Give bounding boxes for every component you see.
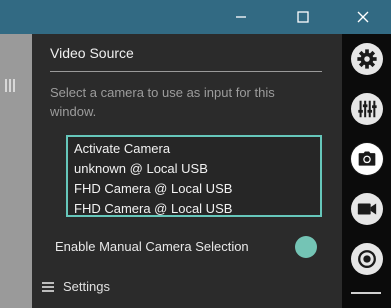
manual-selection-label: Enable Manual Camera Selection [55,239,249,254]
left-sidebar [0,34,32,308]
video-icon [357,203,377,215]
manual-selection-toggle[interactable] [295,236,317,258]
camera-button[interactable] [351,143,383,175]
close-icon [357,11,369,23]
list-item[interactable]: Activate Camera [74,139,320,159]
settings-button[interactable] [351,43,383,75]
sliders-icon [358,100,377,118]
video-source-panel: Video Source Select a camera to use as i… [32,34,342,308]
minimize-icon [236,16,246,18]
close-button[interactable] [340,0,386,34]
title-bar[interactable] [0,0,391,34]
list-item[interactable]: FHD Camera @ Local USB [74,179,320,199]
video-button[interactable] [351,193,383,225]
maximize-icon [297,11,309,23]
adjustments-button[interactable] [351,93,383,125]
title-divider [50,71,322,72]
drag-handle-icon[interactable] [5,79,17,92]
minimize-button[interactable] [218,0,264,34]
record-icon [358,250,376,268]
list-item[interactable]: unknown @ Local USB [74,159,320,179]
right-toolbar [342,34,391,308]
camera-icon [358,151,376,166]
hamburger-menu-icon [42,282,54,293]
section-title: Video Source [50,45,134,61]
list-item[interactable]: FHD Camera @ Local USB [74,199,320,219]
record-button[interactable] [351,243,383,275]
section-description: Select a camera to use as input for this… [50,85,275,119]
settings-label: Settings [63,279,110,294]
maximize-button[interactable] [280,0,326,34]
camera-list[interactable]: Activate Camera unknown @ Local USB FHD … [66,135,322,217]
settings-row[interactable]: Settings [32,274,342,304]
toolbar-divider [351,292,381,294]
gear-icon [357,49,377,69]
